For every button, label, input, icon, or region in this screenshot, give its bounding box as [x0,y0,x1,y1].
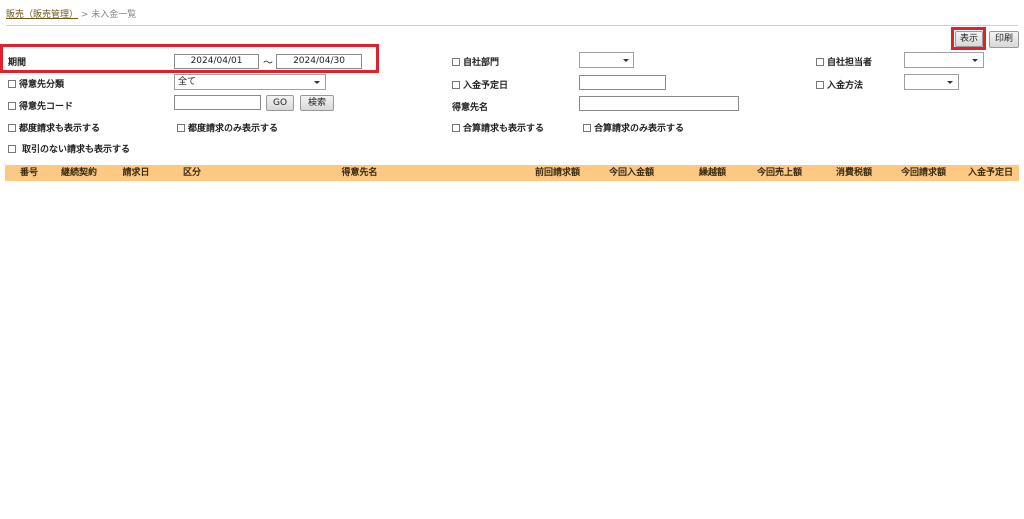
customer-class-select[interactable]: 全て [174,74,326,90]
customer-class-checkbox[interactable] [8,80,16,88]
breadcrumb: 販売（販売管理） > 未入金一覧 [6,7,136,20]
customer-code-checkbox[interactable] [8,102,16,110]
own-staff-filter[interactable]: 自社担当者 [816,55,872,68]
payment-method-filter[interactable]: 入金方法 [816,78,863,91]
search-button[interactable]: 検索 [300,95,334,111]
combined-also-option[interactable]: 合算請求も表示する [452,121,544,134]
customer-code-input[interactable] [174,95,261,110]
column-header-number[interactable]: 番号 [5,165,53,181]
period-from-input[interactable]: 2024/04/01 [174,54,259,69]
combined-only-label: 合算請求のみ表示する [594,124,685,134]
breadcrumb-separator: > [78,10,92,20]
combined-also-checkbox[interactable] [452,124,460,132]
breadcrumb-current: 未入金一覧 [91,10,137,20]
customer-name-label: 得意先名 [452,103,489,113]
own-staff-chevron-down-icon [972,59,978,62]
column-header-customer-name[interactable]: 得意先名 [217,165,502,181]
column-header-billing-date[interactable]: 請求日 [105,165,167,181]
no-transactions-checkbox[interactable] [8,145,16,153]
payment-due-date-checkbox[interactable] [452,81,460,89]
customer-code-label: 得意先コード [19,102,74,112]
period-label: 期間 [8,58,27,68]
payment-method-label: 入金方法 [827,81,864,91]
payment-due-date-input[interactable] [579,75,666,90]
customer-class-chevron-down-icon [314,81,320,84]
column-header-tax-amount[interactable]: 消費税額 [806,165,876,181]
combined-only-option[interactable]: 合算請求のみ表示する [583,121,684,134]
customer-class-label: 得意先分類 [19,80,65,90]
own-department-filter[interactable]: 自社部門 [452,55,499,68]
own-staff-label: 自社担当者 [827,58,873,68]
payment-method-chevron-down-icon [947,81,953,84]
column-header-sales-amount[interactable]: 今回売上額 [730,165,806,181]
adhoc-only-option[interactable]: 都度請求のみ表示する [177,121,278,134]
show-button[interactable]: 表示 [955,31,983,47]
payment-due-date-label: 入金予定日 [463,81,509,91]
column-header-carryover[interactable]: 繰越額 [658,165,730,181]
table-header: 番号 継続契約 請求日 区分 得意先名 前回請求額 今回入金額 繰越額 今回売上… [5,165,1019,181]
period-to-input[interactable]: 2024/04/30 [276,54,362,69]
column-header-payment-amount[interactable]: 今回入金額 [584,165,658,181]
column-header-category[interactable]: 区分 [167,165,217,181]
combined-also-label: 合算請求も表示する [463,124,545,134]
adhoc-also-checkbox[interactable] [8,124,16,132]
column-header-previous-billing[interactable]: 前回請求額 [502,165,584,181]
no-transactions-label: 取引のない請求も表示する [22,145,131,155]
customer-name-input[interactable] [579,96,739,111]
adhoc-also-option[interactable]: 都度請求も表示する [8,121,100,134]
customer-class-filter[interactable]: 得意先分類 [8,77,64,90]
adhoc-only-checkbox[interactable] [177,124,185,132]
own-department-label: 自社部門 [463,58,500,68]
column-header-billing-amount[interactable]: 今回請求額 [876,165,950,181]
own-staff-checkbox[interactable] [816,58,824,66]
breadcrumb-parent-link[interactable]: 販売（販売管理） [6,10,78,20]
adhoc-only-label: 都度請求のみ表示する [188,124,279,134]
combined-only-checkbox[interactable] [583,124,591,132]
column-header-payment-due-date[interactable]: 入金予定日 [950,165,1019,181]
payment-due-date-filter[interactable]: 入金予定日 [452,78,508,91]
no-transactions-option[interactable]: 取引のない請求も表示する [8,142,130,155]
own-department-checkbox[interactable] [452,58,460,66]
customer-code-filter[interactable]: 得意先コード [8,99,73,112]
print-button[interactable]: 印刷 [989,31,1019,48]
column-header-continuous-contract[interactable]: 継続契約 [53,165,105,181]
header-divider [6,25,1018,26]
payment-method-checkbox[interactable] [816,81,824,89]
period-tilde: 〜 [263,58,273,69]
own-department-chevron-down-icon [623,59,629,62]
adhoc-also-label: 都度請求も表示する [19,124,101,134]
go-button[interactable]: GO [266,95,294,111]
